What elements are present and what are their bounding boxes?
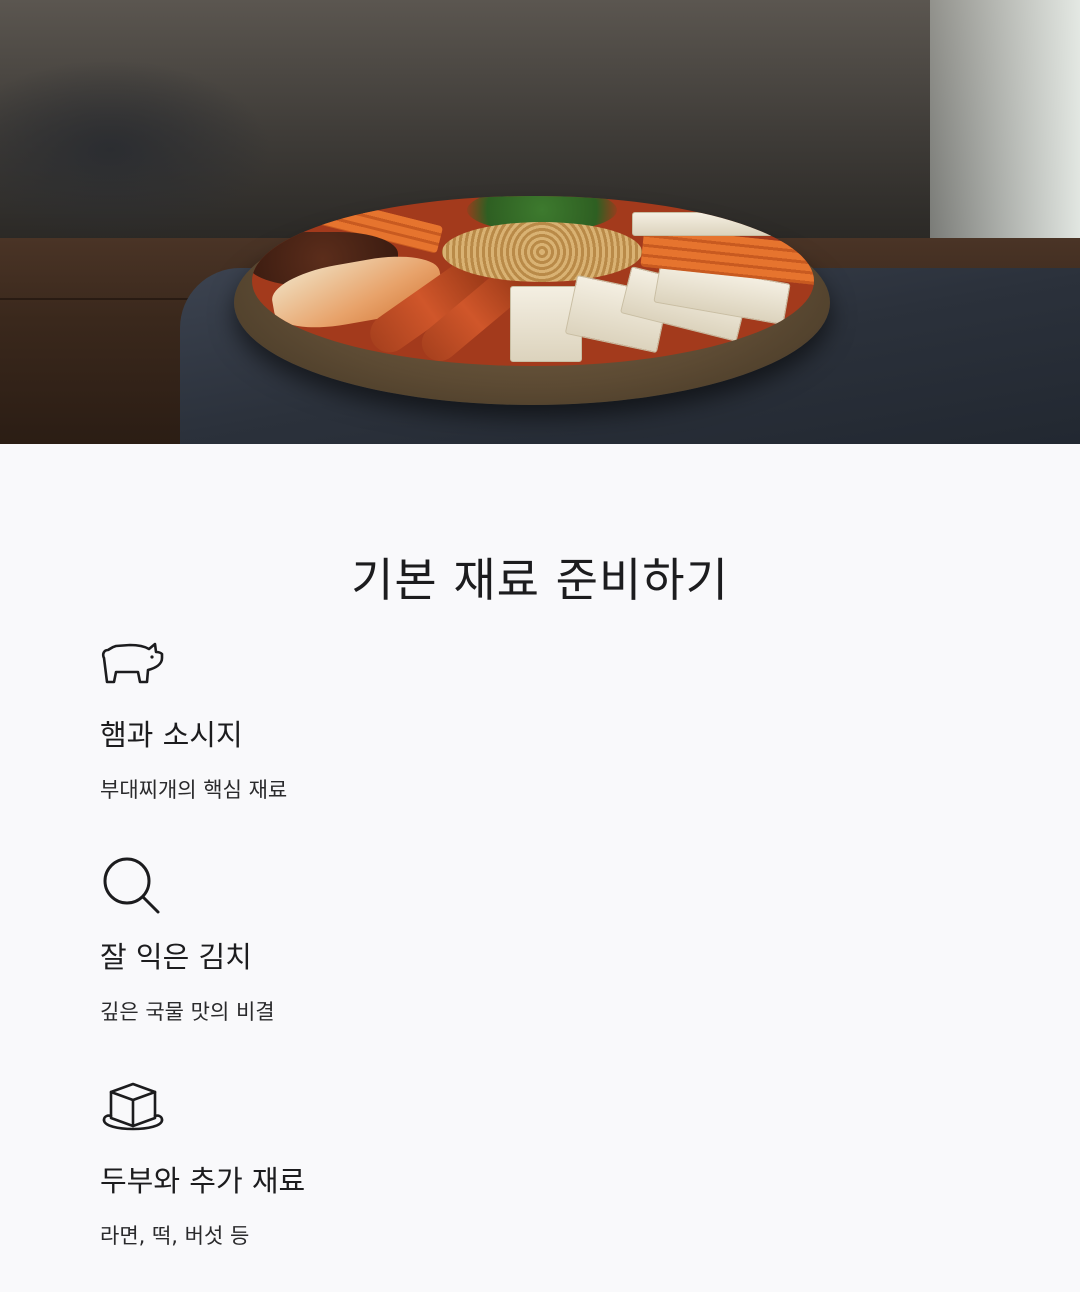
ingredient-item-kimchi: 잘 익은 김치 깊은 국물 맛의 비결 [100, 854, 275, 1026]
item-title: 잘 익은 김치 [100, 940, 252, 974]
item-title: 햄과 소시지 [100, 718, 243, 752]
pig-icon [101, 642, 164, 684]
item-subtitle: 부대찌개의 핵심 재료 [100, 778, 288, 802]
cube-icon [102, 1082, 164, 1131]
window-light [930, 0, 1080, 250]
item-subtitle: 깊은 국물 맛의 비결 [100, 1000, 275, 1024]
tofu-5 [632, 212, 784, 236]
search-icon [103, 857, 160, 914]
ingredient-item-tofu: 두부와 추가 재료 라면, 떡, 버섯 등 [100, 1080, 305, 1250]
item-subtitle: 라면, 떡, 버섯 등 [100, 1224, 250, 1248]
item-title: 두부와 추가 재료 [100, 1164, 306, 1198]
ramen-noodles [442, 222, 642, 282]
ingredient-item-ham: 햄과 소시지 부대찌개의 핵심 재료 [100, 636, 287, 804]
section-title: 기본 재료 준비하기 [351, 553, 729, 607]
pot-contents [252, 196, 814, 366]
hero-image [0, 0, 1080, 444]
